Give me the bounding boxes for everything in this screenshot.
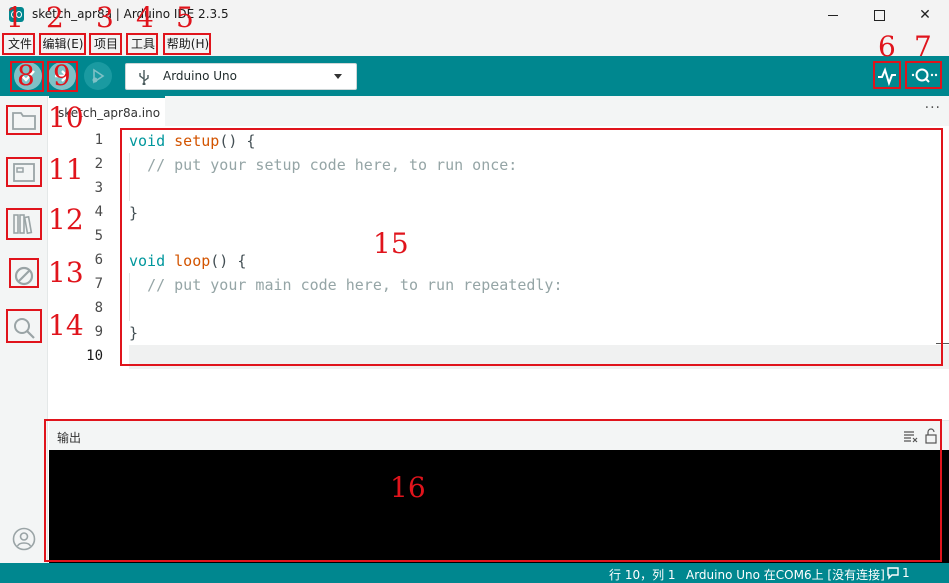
clear-output-icon[interactable] (903, 428, 919, 444)
upload-button[interactable] (48, 62, 76, 90)
folder-icon (12, 112, 36, 130)
output-console[interactable] (49, 450, 949, 563)
code-line: // put your setup code here, to run once… (129, 153, 949, 177)
status-bar: 行 10，列 1 Arduino Uno 在COM6上 [没有连接] 1 (0, 563, 949, 583)
line-number: 1 (94, 132, 103, 148)
search-icon (14, 318, 35, 339)
serial-plotter-button[interactable] (873, 62, 901, 90)
cursor-position[interactable]: 行 10，列 1 (609, 566, 676, 583)
more-options-icon[interactable]: ··· (925, 100, 941, 116)
code-comment: // put your main code here, to run repea… (147, 276, 563, 294)
notification-count[interactable]: 1 (902, 566, 910, 580)
activity-sidebar (0, 96, 48, 563)
line-number-current: 10 (86, 348, 103, 364)
punctuation: () { (219, 132, 256, 150)
minimize-button[interactable] (810, 0, 856, 30)
menu-sketch[interactable]: 项目 (90, 34, 122, 54)
code-editor[interactable]: 1 2 3 4 5 6 7 8 9 10 void setup() { // p… (49, 126, 949, 420)
scrollbar-marker[interactable] (936, 343, 949, 344)
punctuation: () { (210, 252, 247, 270)
verify-icon (21, 70, 35, 82)
maximize-button[interactable] (856, 0, 902, 30)
no-entry-icon (14, 266, 34, 286)
debug-icon (92, 68, 105, 84)
title-bar: sketch_apr8a | Arduino IDE 2.3.5 ✕ (0, 0, 949, 30)
code-line-current (129, 345, 949, 369)
line-number: 7 (94, 276, 103, 292)
serial-monitor-icon (911, 68, 938, 83)
tab-sketch-file[interactable]: sketch_apr8a.ino (49, 96, 165, 126)
code-line: } (129, 201, 949, 225)
function-name: setup (174, 132, 220, 150)
keyword: void (129, 132, 166, 150)
line-number-gutter: 1 2 3 4 5 6 7 8 9 10 (49, 126, 129, 420)
library-manager-button[interactable] (10, 210, 38, 238)
library-icon (13, 214, 33, 235)
serial-plotter-icon (878, 67, 896, 87)
usb-icon (139, 70, 149, 85)
line-number: 8 (94, 300, 103, 316)
code-line: void setup() { (129, 129, 949, 153)
menu-bar: 文件 编辑(E) 项目 工具 帮助(H) (0, 30, 949, 56)
sketchbook-button[interactable] (10, 106, 38, 134)
board-selector[interactable]: Arduino Uno (125, 63, 357, 90)
board-port-status[interactable]: Arduino Uno 在COM6上 [没有连接] (686, 566, 885, 583)
line-number: 5 (94, 228, 103, 244)
board-name: Arduino Uno (163, 69, 237, 83)
boards-manager-button[interactable] (10, 158, 38, 186)
search-button[interactable] (10, 314, 38, 342)
function-name: loop (174, 252, 211, 270)
output-title: 输出 (57, 431, 82, 445)
debug-button[interactable] (84, 62, 112, 90)
unlock-icon[interactable] (923, 428, 939, 444)
keyword: void (129, 252, 166, 270)
serial-monitor-button[interactable] (908, 62, 940, 90)
upload-icon (55, 70, 69, 82)
chevron-down-icon (334, 74, 342, 79)
notification-bell-icon[interactable] (886, 566, 900, 580)
code-line: } (129, 321, 949, 345)
line-number: 4 (94, 204, 103, 220)
arduino-ide-window: sketch_apr8a | Arduino IDE 2.3.5 ✕ 文件 编辑… (0, 0, 949, 583)
line-number: 3 (94, 180, 103, 196)
arduino-logo-icon (9, 7, 24, 22)
code-line: void loop() { (129, 249, 949, 273)
menu-file[interactable]: 文件 (4, 34, 36, 54)
account-avatar-icon[interactable] (12, 527, 36, 551)
output-panel-header: 输出 (49, 420, 949, 450)
punctuation: } (129, 324, 139, 342)
close-button[interactable]: ✕ (902, 0, 948, 30)
debug-view-button[interactable] (10, 262, 38, 290)
tab-label: sketch_apr8a.ino (58, 106, 161, 120)
editor-tab-bar: sketch_apr8a.ino ··· (49, 96, 949, 126)
menu-help[interactable]: 帮助(H) (164, 34, 212, 54)
code-comment: // put your setup code here, to run once… (147, 156, 518, 174)
verify-button[interactable] (14, 62, 42, 90)
menu-tools[interactable]: 工具 (127, 34, 159, 54)
line-number: 9 (94, 324, 103, 340)
code-line: // put your main code here, to run repea… (129, 273, 949, 297)
window-title: sketch_apr8a | Arduino IDE 2.3.5 (32, 7, 229, 21)
line-number: 6 (94, 252, 103, 268)
punctuation: } (129, 204, 139, 222)
board-icon (13, 163, 35, 182)
menu-edit[interactable]: 编辑(E) (41, 34, 85, 54)
line-number: 2 (94, 156, 103, 172)
